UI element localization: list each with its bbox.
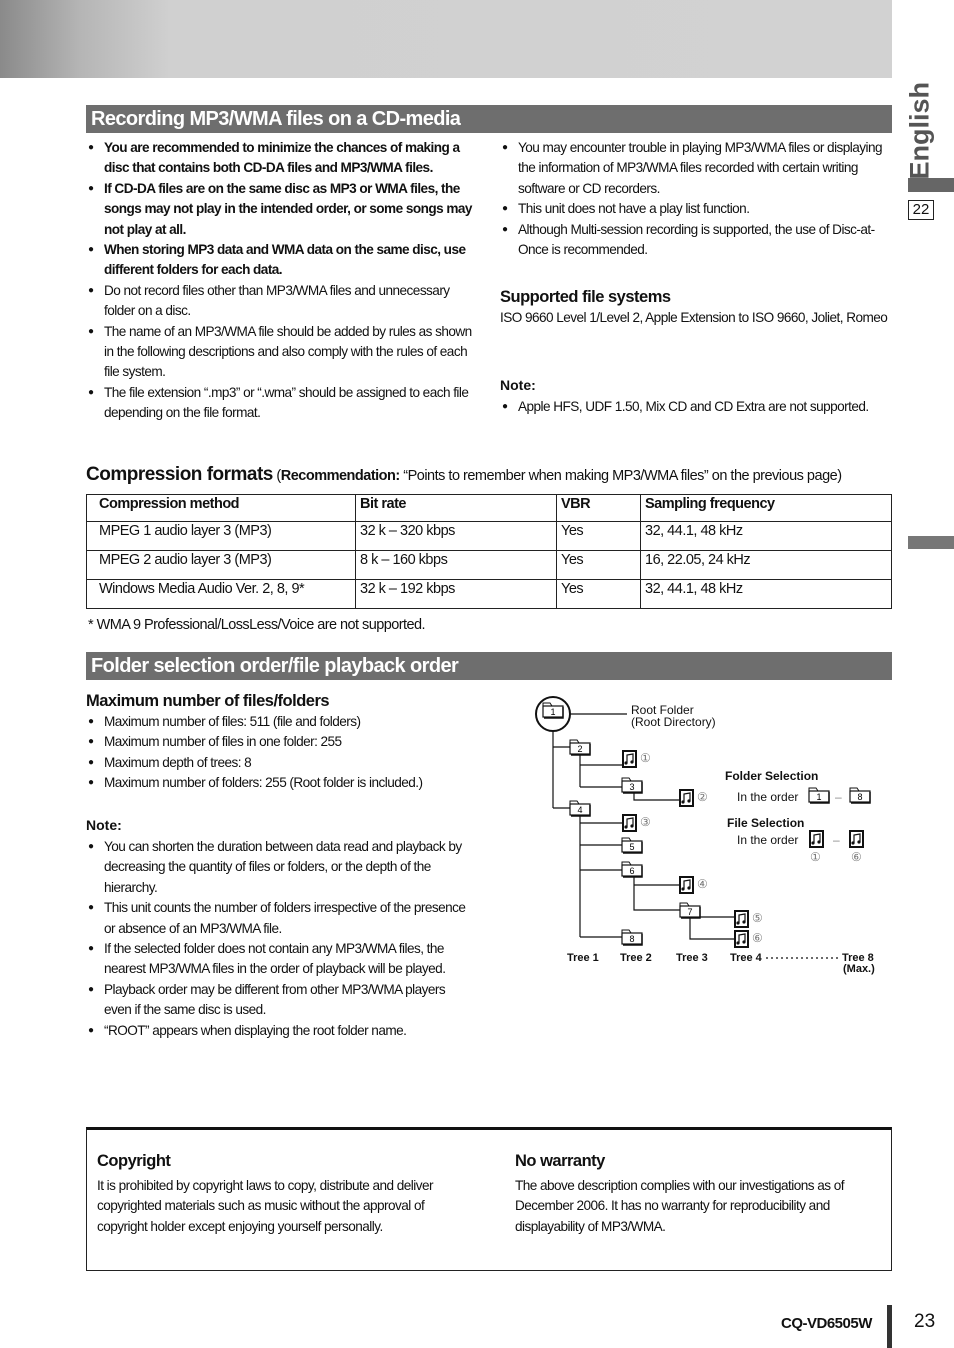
warranty-text: The above description complies with our … (515, 1178, 844, 1234)
legend-file-icon (849, 830, 864, 848)
warranty-title: No warranty (515, 1152, 605, 1170)
tree-max-label: (Max.) (843, 963, 875, 975)
root-directory-label: (Root Directory) (631, 715, 716, 729)
folder-number: 6 (629, 866, 634, 876)
folder-number: 2 (577, 744, 582, 754)
music-file-icon: ③ (622, 814, 651, 832)
music-file-icon: ⑥ (734, 930, 763, 948)
folder-icon: 3 (621, 777, 643, 794)
folder-number: 5 (629, 842, 634, 852)
copyright-title: Copyright (97, 1152, 171, 1170)
legend-folder-icon: 8 (849, 787, 871, 804)
folder-number: 8 (857, 792, 862, 802)
file-order-start: ① (810, 850, 821, 864)
folder-selection-label: Folder Selection (725, 769, 818, 783)
folder-number: 3 (629, 782, 634, 792)
folder-icon: 8 (621, 929, 643, 946)
file-order-number: ① (640, 751, 651, 765)
model-number: CQ-VD6505W (781, 1315, 872, 1332)
folder-number: 1 (550, 707, 555, 717)
footer-bar (887, 1305, 892, 1348)
folder-icon: 1 (542, 702, 564, 719)
file-order-number: ⑤ (752, 911, 763, 925)
file-order-number: ④ (697, 877, 708, 891)
file-order-number: ⑥ (752, 931, 763, 945)
folder-number: 4 (577, 805, 582, 815)
file-order-label: In the order (737, 833, 798, 847)
folder-dash: – (835, 790, 842, 804)
tree-label: Tree 4 (730, 952, 763, 964)
music-file-icon: ② (679, 789, 708, 807)
folder-number: 1 (816, 792, 821, 802)
folder-icon: 5 (621, 837, 643, 854)
copyright-text: It is prohibited by copyright laws to co… (97, 1178, 434, 1234)
folder-icon: 7 (679, 902, 701, 919)
page-number: 23 (914, 1311, 936, 1332)
file-order-number: ③ (640, 815, 651, 829)
folder-number: 7 (687, 907, 692, 917)
folder-icon: 6 (621, 861, 643, 878)
copyright-box: Copyright It is prohibited by copyright … (86, 1127, 892, 1271)
file-selection-label: File Selection (727, 816, 804, 830)
legend-file-icon (809, 830, 824, 848)
legend-folder-icon: 1 (808, 787, 830, 804)
music-file-icon: ④ (679, 876, 708, 894)
file-order-number: ② (697, 790, 708, 804)
tree-label: Tree 3 (676, 952, 708, 964)
folder-icon: 4 (569, 800, 591, 817)
music-file-icon: ① (622, 750, 651, 768)
music-file-icon: ⑤ (734, 910, 763, 928)
folder-number: 8 (629, 934, 634, 944)
tree-label: Tree 2 (620, 952, 652, 964)
file-dash: – (833, 833, 840, 847)
tree-label: Tree 1 (567, 952, 599, 964)
folder-icon: 2 (569, 739, 591, 756)
folder-order-label: In the order (737, 790, 798, 804)
file-order-end: ⑥ (851, 850, 862, 864)
